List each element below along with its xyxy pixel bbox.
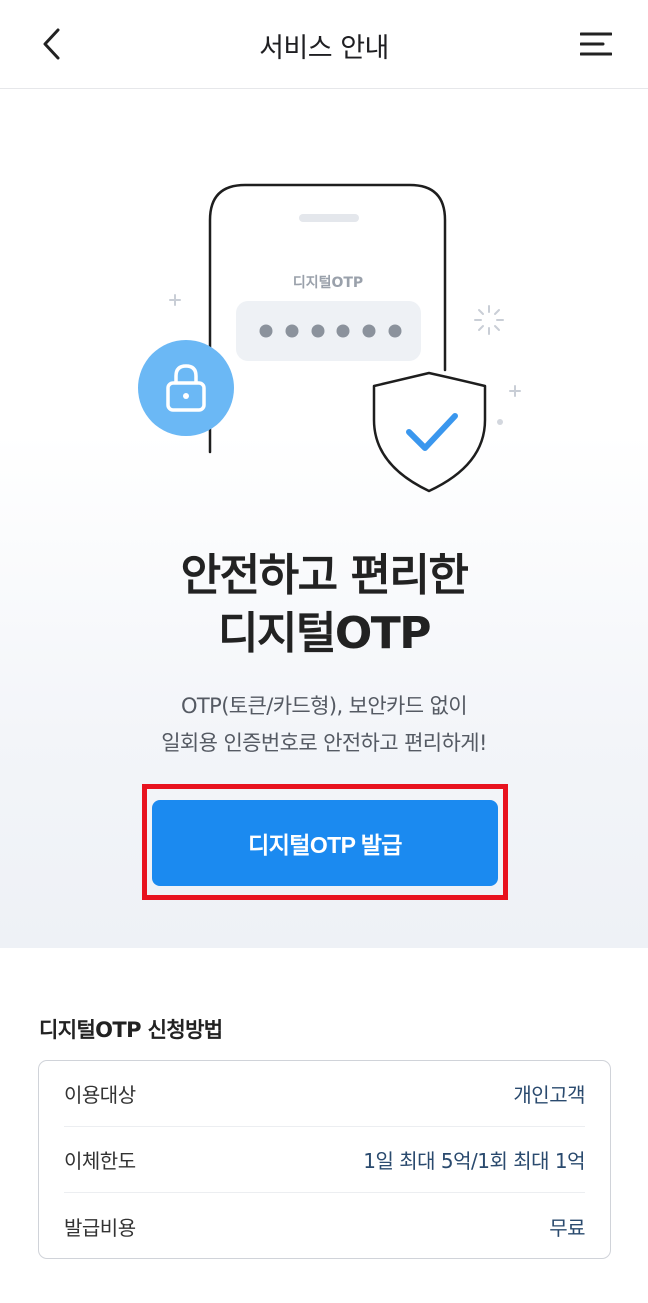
description-line-1: OTP(토큰/카드형), 보안카드 없이: [180, 694, 468, 718]
info-row-fee: 발급비용 무료: [64, 1193, 585, 1259]
shield-icon: [372, 371, 487, 493]
hero-headline: 안전하고 편리한 디지털OTP: [0, 547, 648, 663]
top-app-bar: 서비스 안내: [0, 0, 648, 89]
menu-button[interactable]: [574, 22, 618, 66]
hero-description: OTP(토큰/카드형), 보안카드 없이 일회용 인증번호로 안전하고 편리하게…: [0, 688, 648, 762]
section-title: 디지털OTP 신청방법: [39, 1018, 223, 1042]
info-row-limit: 이체한도 1일 최대 5억/1회 최대 1억: [64, 1127, 585, 1193]
hero-section: 디지털OTP 안전하고 편리한 디지털OTP OTP(토큰/카드형), 보안카드…: [0, 90, 648, 948]
info-value: 개인고객: [513, 1083, 585, 1107]
headline-line-1: 안전하고 편리한: [180, 550, 469, 601]
info-label: 이용대상: [64, 1083, 136, 1107]
info-card: 이용대상 개인고객 이체한도 1일 최대 5억/1회 최대 1억 발급비용 무료: [38, 1060, 611, 1259]
info-value: 무료: [549, 1215, 585, 1240]
info-label: 이체한도: [64, 1149, 136, 1173]
info-label: 발급비용: [64, 1215, 136, 1240]
phone-speaker: [299, 214, 359, 222]
dot-decoration: [497, 419, 503, 425]
page-title: 서비스 안내: [259, 33, 389, 64]
issue-digital-otp-button[interactable]: 디지털OTP 발급: [152, 800, 498, 886]
lock-icon: [138, 340, 234, 436]
description-line-2: 일회용 인증번호로 안전하고 편리하게!: [161, 731, 487, 755]
hamburger-menu-icon: [580, 32, 612, 56]
headline-line-2: 디지털OTP: [217, 608, 432, 659]
info-row-target: 이용대상 개인고객: [64, 1061, 585, 1127]
digital-otp-illustration: 디지털OTP: [138, 183, 521, 493]
shine-icon: [474, 305, 504, 335]
phone-label: 디지털OTP: [293, 274, 363, 291]
info-value: 1일 최대 5억/1회 최대 1억: [363, 1149, 585, 1173]
